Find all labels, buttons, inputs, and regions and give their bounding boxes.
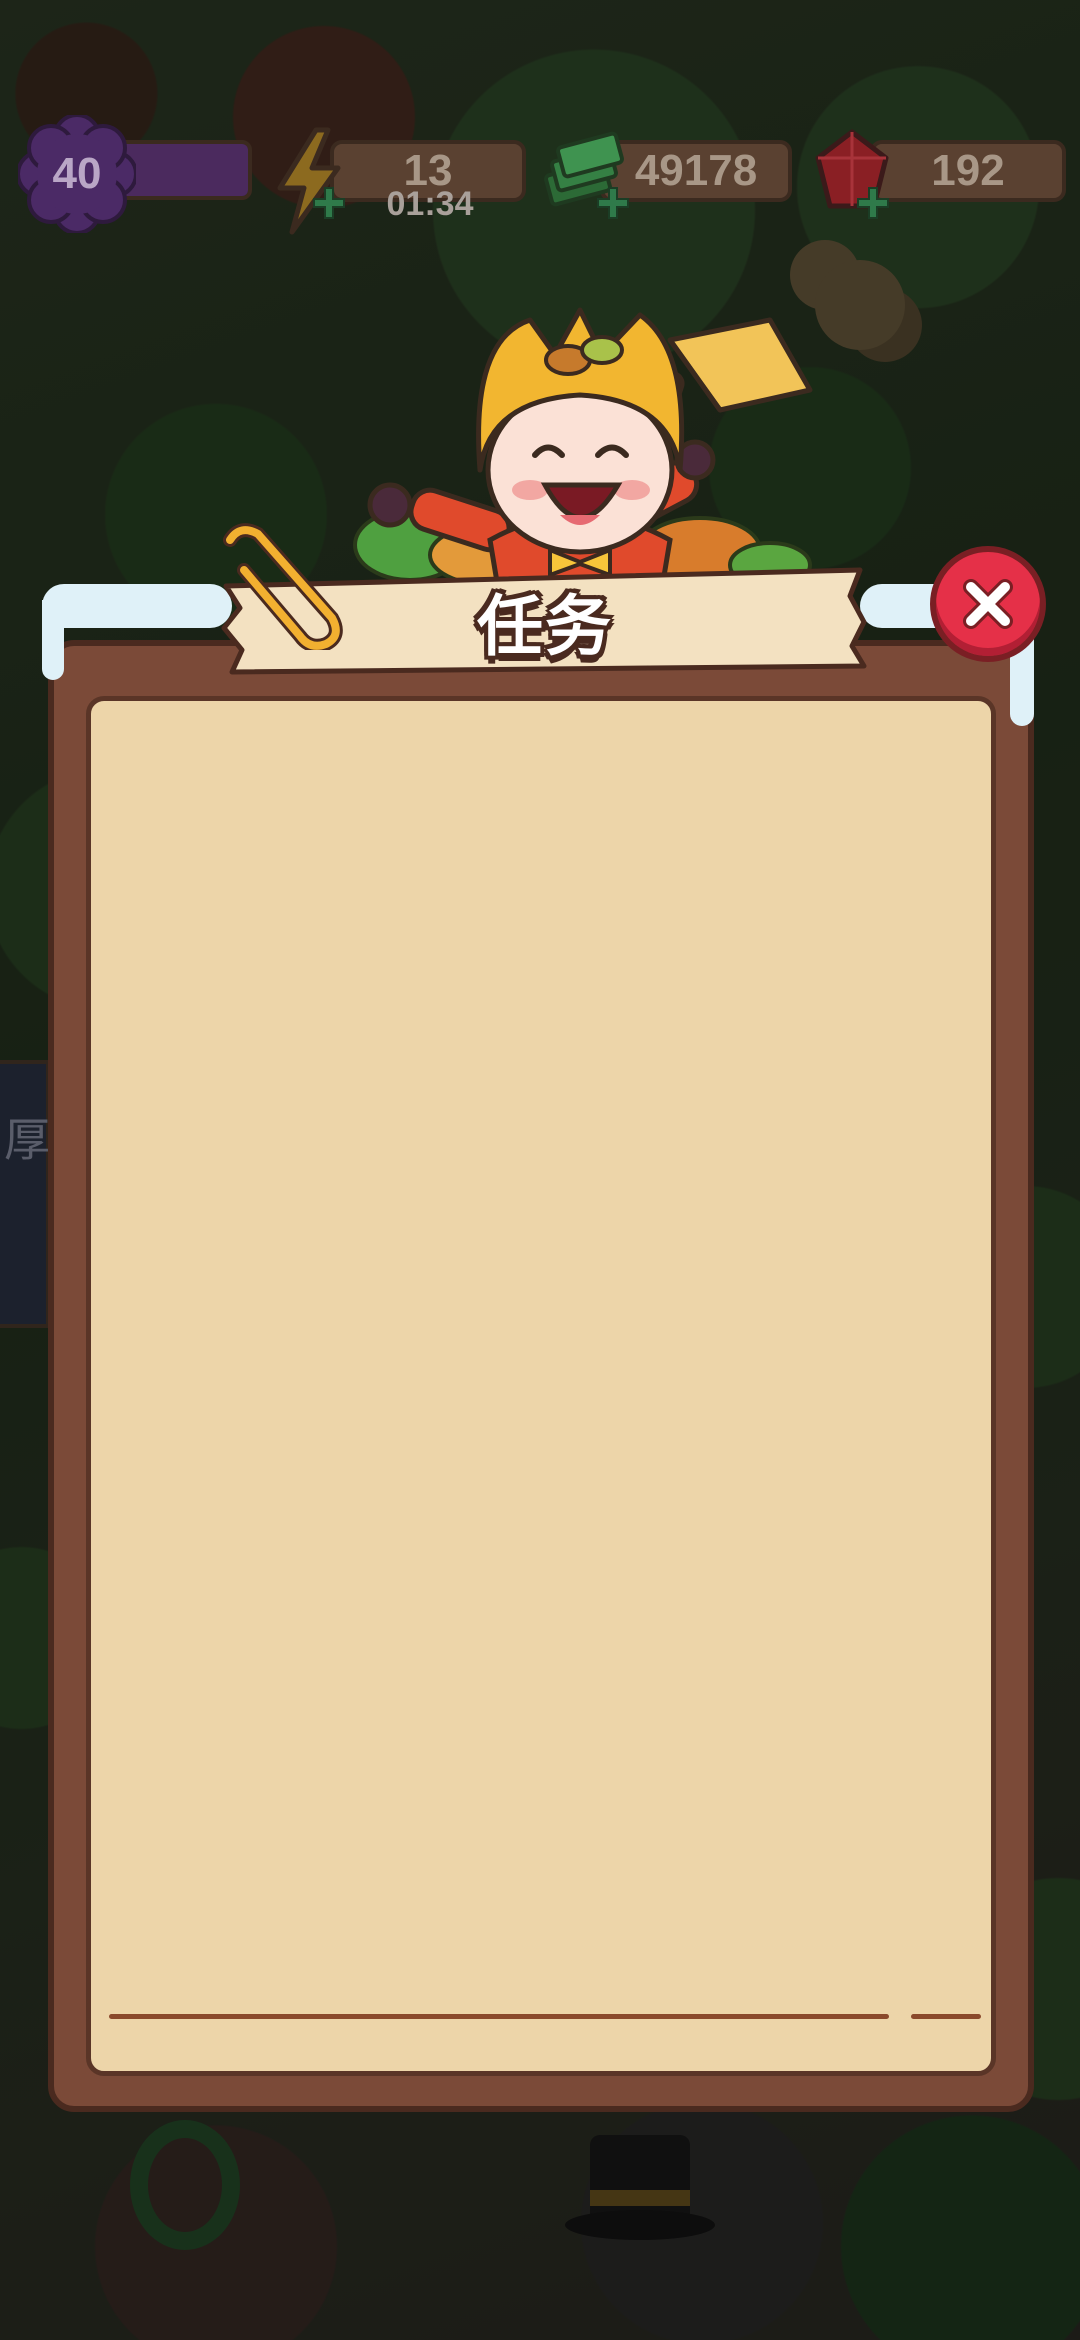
- close-button[interactable]: [930, 546, 1046, 662]
- paperclip-icon: [223, 523, 343, 650]
- top-hat-decoration: [565, 2135, 715, 2245]
- energy-timer: 01:34: [386, 185, 474, 223]
- street-lamp: [815, 260, 905, 350]
- mascot-character: [353, 307, 813, 600]
- level-badge[interactable]: 40: [16, 113, 138, 235]
- close-icon: [963, 579, 1013, 629]
- snow-cap-left: [42, 584, 232, 628]
- shop-sign-text: 厚: [4, 1113, 50, 1167]
- task-panel: [48, 640, 1034, 2112]
- gem-value: 192: [931, 146, 1005, 195]
- task-list-area: [86, 696, 996, 2076]
- level-value: 40: [52, 149, 102, 198]
- shop-sign: 厚: [0, 1060, 50, 1328]
- resource-hud: 40 13 01:34 49178 192: [0, 0, 1080, 240]
- wreath-decoration: [130, 2120, 240, 2250]
- panel-divider-line: [109, 2014, 889, 2019]
- panel-divider-line-short: [911, 2014, 981, 2019]
- add-cash-icon[interactable]: [596, 186, 630, 220]
- gem-counter[interactable]: 192: [870, 140, 1066, 202]
- cash-value: 49178: [634, 146, 758, 195]
- add-energy-icon[interactable]: [312, 186, 346, 220]
- snow-drip-left: [42, 600, 64, 680]
- add-gems-icon[interactable]: [856, 186, 890, 220]
